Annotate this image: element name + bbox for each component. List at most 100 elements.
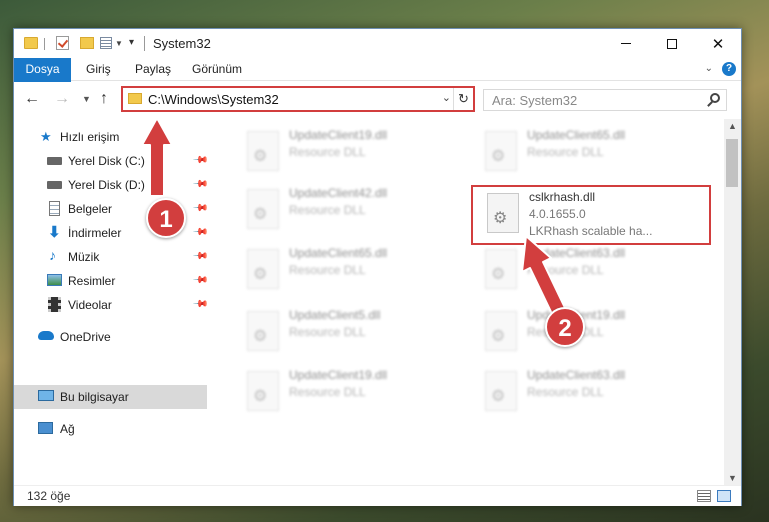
sidebar-item-label: Bu bilgisayar (60, 390, 129, 404)
file-description: Resource DLL (289, 263, 366, 277)
details-view-icon[interactable] (697, 490, 711, 502)
help-icon[interactable]: ? (722, 62, 736, 76)
minimize-button[interactable] (603, 29, 649, 58)
file-description: Resource DLL (289, 203, 366, 217)
sidebar-item-label: Müzik (68, 250, 100, 264)
address-path[interactable]: C:\Windows\System32 (148, 92, 279, 107)
sidebar-item-network[interactable]: Ağ (14, 417, 207, 441)
step-2-badge: 2 (545, 307, 585, 347)
new-folder-icon[interactable] (80, 37, 94, 49)
sidebar-item-onedrive[interactable]: OneDrive (14, 325, 207, 349)
file-name: UpdateClient65.dll (289, 246, 388, 260)
up-arrow-icon[interactable]: ↑ (100, 90, 108, 108)
file-item[interactable]: UpdateClient63.dll Resource DLL (471, 243, 711, 299)
file-name: UpdateClient19.dll (289, 128, 388, 142)
back-arrow-icon[interactable]: ← (24, 90, 40, 108)
vertical-scrollbar[interactable]: ▲ ▼ (724, 119, 741, 485)
file-version: 4.0.1655.0 (529, 207, 586, 221)
download-icon: ⬇ (48, 224, 61, 241)
close-button[interactable]: ✕ (695, 29, 741, 58)
file-item[interactable]: UpdateClient65.dll Resource DLL (233, 243, 473, 299)
forward-arrow-icon[interactable]: → (54, 90, 70, 108)
file-name: UpdateClient63.dll (527, 246, 626, 260)
file-name: UpdateClient19.dll (289, 368, 388, 382)
file-item[interactable]: UpdateClient19.dll Resource DLL (471, 305, 711, 361)
folder-icon (24, 37, 38, 49)
file-item[interactable]: UpdateClient42.dll Resource DLL (233, 183, 473, 239)
pictures-icon (47, 274, 62, 286)
refresh-button[interactable]: ↻ (453, 88, 473, 110)
large-icons-view-icon[interactable] (717, 490, 731, 502)
customize-quick-access-icon[interactable]: ▾ (129, 37, 134, 53)
star-icon: ★ (40, 129, 52, 144)
maximize-button[interactable] (649, 29, 695, 58)
navigation-bar: ← → ▼ ↑ C:\Windows\System32 ⌄ ↻ Ara: Sys… (14, 82, 741, 118)
cloud-icon (38, 331, 54, 340)
tab-giris[interactable]: Giriş (86, 58, 111, 81)
file-item[interactable]: UpdateClient63.dll Resource DLL (471, 365, 711, 421)
status-bar: 132 öğe (14, 485, 741, 506)
scroll-thumb[interactable] (726, 139, 738, 187)
sidebar-item-label: Yerel Disk (D:) (68, 178, 145, 192)
rename-icon[interactable] (100, 37, 112, 49)
separator (144, 36, 145, 51)
navigation-pane: ★ Hızlı erişim Yerel Disk (C:) 📌 Yerel D… (14, 119, 209, 485)
search-icon (710, 93, 720, 103)
properties-check-icon[interactable] (56, 36, 69, 50)
tab-paylas[interactable]: Paylaş (135, 58, 171, 81)
title-bar: ▼ ▾ System32 ✕ (14, 29, 741, 58)
sidebar-item-pictures[interactable]: Resimler 📌 (14, 269, 209, 293)
file-description: LKRhash scalable ha... (529, 224, 653, 238)
file-name: UpdateClient42.dll (289, 186, 388, 200)
file-item[interactable]: UpdateClient65.dll Resource DLL (471, 125, 711, 181)
drive-icon (47, 181, 62, 189)
sidebar-item-this-pc[interactable]: Bu bilgisayar (14, 385, 207, 409)
tab-gorunum[interactable]: Görünüm (192, 58, 242, 81)
computer-icon (38, 390, 54, 401)
search-input[interactable]: Ara: System32 (483, 89, 727, 111)
sidebar-item-label: Hızlı erişim (60, 130, 120, 144)
sidebar-item-label: Videolar (68, 298, 112, 312)
drive-icon (47, 157, 62, 165)
sidebar-item-label: İndirmeler (68, 226, 122, 240)
file-item-cslkrhash[interactable]: cslkrhash.dll 4.0.1655.0 LKRhash scalabl… (471, 185, 711, 245)
sidebar-item-label: Resimler (68, 274, 116, 288)
scroll-down-icon[interactable]: ▼ (728, 473, 737, 483)
maximize-icon (667, 38, 677, 49)
ribbon: Dosya Giriş Paylaş Görünüm ⌄ ? (14, 58, 741, 114)
sidebar-item-quick-access[interactable]: ★ Hızlı erişim (14, 125, 207, 149)
file-name: UpdateClient5.dll (289, 308, 381, 322)
address-bar[interactable]: C:\Windows\System32 ⌄ ↻ (121, 86, 475, 112)
folder-icon (128, 93, 142, 104)
file-item[interactable]: UpdateClient5.dll Resource DLL (233, 305, 473, 361)
search-placeholder: Ara: System32 (492, 93, 578, 108)
sidebar-item-label: Belgeler (68, 202, 113, 216)
dll-file-icon (485, 131, 517, 171)
sidebar-item-local-disk-d[interactable]: Yerel Disk (D:) 📌 (14, 173, 209, 197)
minimize-icon (621, 43, 631, 44)
item-count: 132 öğe (27, 489, 71, 503)
file-item[interactable]: UpdateClient19.dll Resource DLL (233, 125, 473, 181)
sidebar-item-videos[interactable]: Videolar 📌 (14, 293, 209, 317)
expand-ribbon-icon[interactable]: ⌄ (705, 63, 713, 74)
file-name: UpdateClient63.dll (527, 368, 626, 382)
sidebar-item-label: Yerel Disk (C:) (68, 154, 145, 168)
dll-file-icon (247, 189, 279, 229)
dll-file-icon (247, 131, 279, 171)
separator (44, 38, 45, 50)
chevron-down-icon[interactable]: ▼ (115, 39, 123, 55)
sidebar-item-music[interactable]: ♪ Müzik 📌 (14, 245, 209, 269)
documents-icon (49, 201, 60, 216)
file-description: Resource DLL (527, 145, 604, 159)
recent-locations-icon[interactable]: ▼ (82, 94, 91, 104)
address-dropdown-icon[interactable]: ⌄ (442, 91, 451, 104)
file-list: UpdateClient19.dll Resource DLL UpdateCl… (207, 119, 724, 485)
videos-icon (48, 297, 61, 312)
dll-file-icon (247, 311, 279, 351)
sidebar-item-label: OneDrive (60, 330, 111, 344)
sidebar-item-local-disk-c[interactable]: Yerel Disk (C:) 📌 (14, 149, 209, 173)
dll-file-icon (247, 249, 279, 289)
scroll-up-icon[interactable]: ▲ (728, 121, 737, 131)
file-description: Resource DLL (527, 385, 604, 399)
file-item[interactable]: UpdateClient19.dll Resource DLL (233, 365, 473, 421)
